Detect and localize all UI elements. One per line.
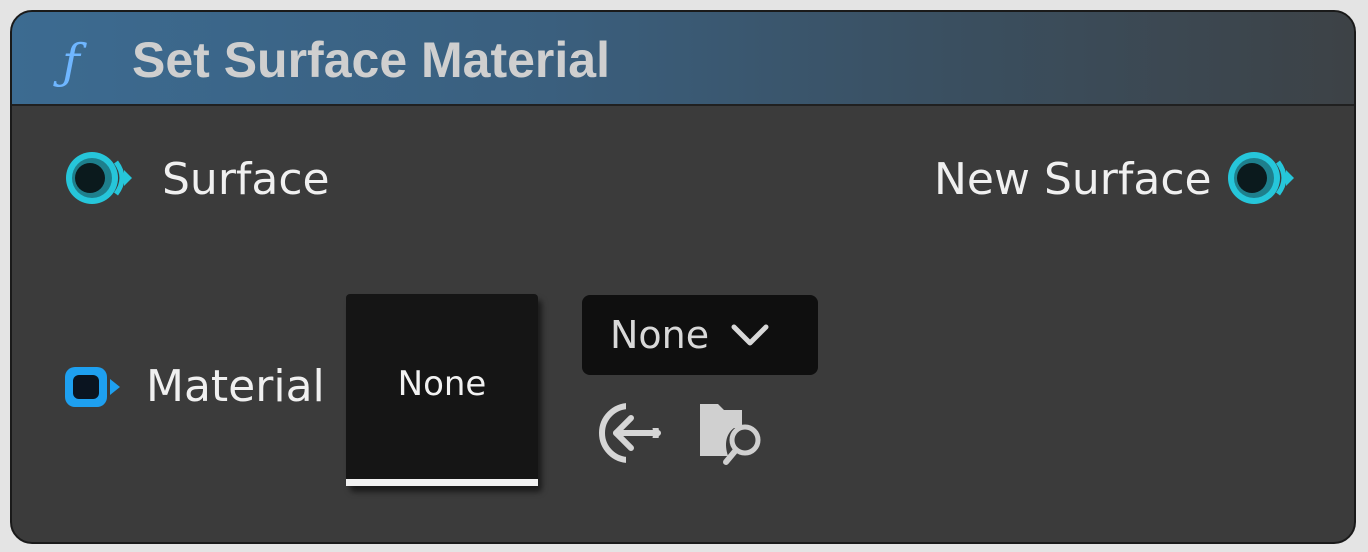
new-surface-output-label: New Surface	[934, 154, 1212, 205]
surface-input-pin-icon[interactable]	[62, 148, 132, 208]
material-thumbnail-bar	[346, 479, 538, 486]
node-title: Set Surface Material	[132, 32, 610, 88]
new-surface-output-pin-icon[interactable]	[1224, 148, 1294, 208]
material-input-label: Material	[146, 361, 325, 412]
material-input-pin-icon[interactable]	[62, 362, 122, 412]
material-thumbnail[interactable]: None	[346, 294, 538, 486]
graph-background: ƒ Set Surface Material Surface New Surfa…	[0, 0, 1368, 552]
function-icon: ƒ	[62, 34, 80, 90]
material-thumbnail-text: None	[397, 364, 487, 404]
material-asset-dropdown[interactable]: None	[582, 295, 818, 375]
arrow-left-circle-icon[interactable]	[596, 398, 666, 468]
material-dropdown-value: None	[610, 313, 710, 357]
chevron-down-icon	[731, 324, 769, 346]
folder-search-icon[interactable]	[698, 398, 768, 468]
surface-input-label: Surface	[162, 154, 330, 205]
set-surface-material-node[interactable]: ƒ Set Surface Material Surface New Surfa…	[10, 10, 1356, 544]
node-header[interactable]: ƒ Set Surface Material	[12, 12, 1354, 106]
